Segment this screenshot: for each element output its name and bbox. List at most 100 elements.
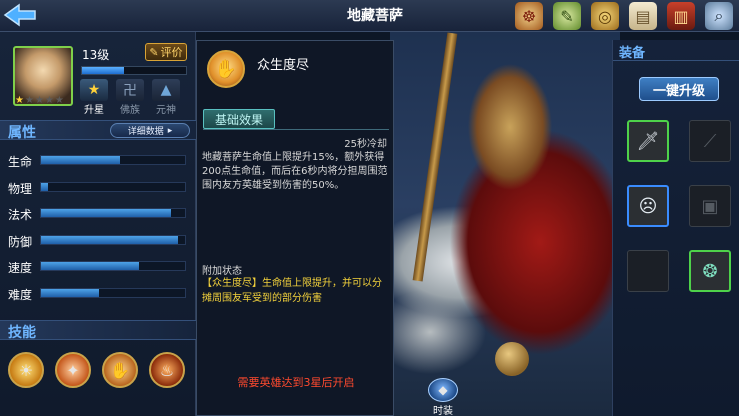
dagger-icon: 🗡 [636, 130, 660, 152]
skill-description: 地藏菩萨生命值上限提升15%，额外获得200点生命值，而后在6秒内将分担周围范围… [202, 152, 388, 191]
swastika-icon: 卍 [116, 79, 144, 101]
attribute-list: 生命 物理 法术 防御 速度 难度 [0, 149, 196, 309]
rate-button[interactable]: ✎ 评价 [145, 43, 187, 61]
skills-title: 技能 [8, 325, 36, 341]
experience-fill [82, 67, 124, 74]
tab-costume[interactable]: ◆ 时装 [424, 378, 462, 416]
attribute-bar [40, 155, 186, 165]
attribute-label: 法术 [8, 208, 33, 223]
hero-artwork [390, 32, 620, 416]
equipment-slot-empty[interactable]: ▣ [689, 185, 731, 227]
tab-underline [203, 129, 389, 130]
equipment-slot-empty[interactable]: ⟋ [689, 120, 731, 162]
attribute-label: 防御 [8, 234, 33, 249]
attribute-row: 生命 [0, 149, 196, 176]
attribute-row: 法术 [0, 202, 196, 229]
attribute-bar [40, 234, 186, 245]
skill-1-icon[interactable]: ☀ [8, 352, 44, 388]
equipment-slot-empty[interactable] [627, 250, 669, 292]
attribute-row: 物理 [0, 176, 196, 203]
magnifier-icon[interactable]: ⌕ [705, 2, 733, 30]
attribute-bar-fill [41, 235, 178, 244]
attribute-bar-fill [41, 288, 99, 297]
details-button[interactable]: 详细数据 ▸ [110, 123, 190, 138]
skill-name: 众生度尽 [257, 58, 310, 73]
one-click-upgrade-button[interactable]: 一键升级 [639, 77, 719, 101]
star-empty-icon: ★ [44, 95, 54, 106]
star-filled-icon: ★ [15, 95, 24, 106]
star-empty-icon: ★ [24, 95, 34, 106]
equipment-panel: 装备 一键升级 🗡 ⟋ ☹ ▣ ❂ [612, 40, 739, 416]
skill-2-icon[interactable]: ✦ [55, 352, 91, 388]
details-label: 详细数据 [127, 127, 164, 137]
attribute-bar [40, 181, 186, 192]
equipment-slot-dagger[interactable]: 🗡 [627, 120, 669, 162]
hero-level: 13级 [82, 48, 110, 62]
back-arrow-icon [3, 3, 36, 27]
attribute-label: 物理 [8, 181, 33, 196]
tab-basic-effect[interactable]: 基础效果 [203, 109, 275, 129]
unlock-hint: 需要英雄达到3星后开启 [237, 376, 355, 389]
attribute-label: 生命 [8, 155, 33, 169]
edit-icon: ✎ [149, 45, 159, 59]
attribute-bar-fill [41, 156, 121, 164]
skill-hand-icon: ✋ [207, 50, 245, 88]
skill-3-icon[interactable]: ✋ [102, 352, 138, 388]
top-bar: 地藏菩萨 ☸ ✎ ◎ ▤ ▥ ⌕ [0, 0, 739, 32]
bell-decoration [495, 342, 529, 376]
spirit-button[interactable]: ▲ 元神 [151, 79, 181, 116]
costume-label: 时装 [433, 406, 453, 416]
costume-icon: ◆ [428, 378, 458, 402]
spirit-icon: ▲ [152, 79, 180, 101]
amulet-icon: ❂ [702, 260, 718, 282]
staff-decoration [412, 32, 458, 282]
attribute-bar [40, 287, 186, 298]
star-up-button[interactable]: ★ 升星 [79, 79, 109, 116]
attribute-bar [40, 208, 186, 219]
mask-icon: ☹ [638, 195, 658, 217]
book-icon[interactable]: ▥ [667, 2, 695, 30]
top-icon-bar: ☸ ✎ ◎ ▤ ▥ ⌕ [515, 2, 733, 30]
star-empty-icon: ★ [34, 95, 44, 106]
skill-list: ☀ ✦ ✋ ♨ [8, 352, 185, 388]
attribute-bar-fill [41, 209, 171, 218]
extra-status-text: 【众生度尽】生命值上限提升，并可以分摊周围友军受到的部分伤害 [202, 278, 382, 304]
equipment-slot-amulet[interactable]: ❂ [689, 250, 731, 292]
buddha-clan-button[interactable]: 卍 佛族 [115, 79, 145, 116]
attribute-row: 防御 [0, 229, 196, 256]
skill-4-icon[interactable]: ♨ [149, 352, 185, 388]
hero-action-buttons: ★ 升星 卍 佛族 ▲ 元神 [79, 79, 181, 116]
mandala-icon[interactable]: ☸ [515, 2, 543, 30]
spirit-label: 元神 [156, 105, 176, 116]
attribute-bar-fill [41, 182, 49, 191]
star-up-label: 升星 [84, 105, 104, 116]
attributes-title: 属性 [8, 125, 36, 141]
attribute-row: 难度 [0, 282, 196, 309]
scroll-icon[interactable]: ✎ [553, 2, 581, 30]
document-icon[interactable]: ▤ [629, 2, 657, 30]
buddha-clan-label: 佛族 [120, 105, 140, 116]
skill-cooldown: 25秒冷却 [344, 139, 387, 150]
attribute-label: 速度 [8, 261, 33, 276]
back-button[interactable] [0, 0, 40, 30]
skills-header: 技能 [0, 320, 196, 341]
attributes-header: 属性 详细数据 ▸ [0, 120, 196, 141]
hero-star-rating: ★ ★ ★ ★ ★ [13, 96, 73, 108]
attribute-row: 速度 [0, 255, 196, 282]
page-title: 地藏菩萨 [347, 8, 403, 24]
rate-label: 评价 [160, 46, 183, 59]
blade-silhouette-icon: ⟋ [703, 130, 717, 152]
attribute-label: 难度 [8, 287, 33, 302]
extra-status-title: 附加状态 [202, 266, 242, 277]
equipment-slot-mask[interactable]: ☹ [627, 185, 669, 227]
chevron-right-icon: ▸ [167, 125, 173, 136]
attribute-bar [40, 261, 186, 272]
coin-icon[interactable]: ◎ [591, 2, 619, 30]
star-icon: ★ [80, 79, 108, 101]
hero-info-panel: ★ ★ ★ ★ ★ 13级 ✎ 评价 ★ 升星 卍 佛族 ▲ 元神 属性 详细数… [0, 32, 196, 416]
attribute-bar-fill [41, 262, 139, 271]
skill-detail-panel: ✋ 众生度尽 基础效果 25秒冷却 地藏菩萨生命值上限提升15%，额外获得200… [196, 40, 394, 416]
star-empty-icon: ★ [54, 95, 64, 106]
equipment-title: 装备 [619, 46, 646, 61]
armor-silhouette-icon: ▣ [701, 195, 719, 217]
